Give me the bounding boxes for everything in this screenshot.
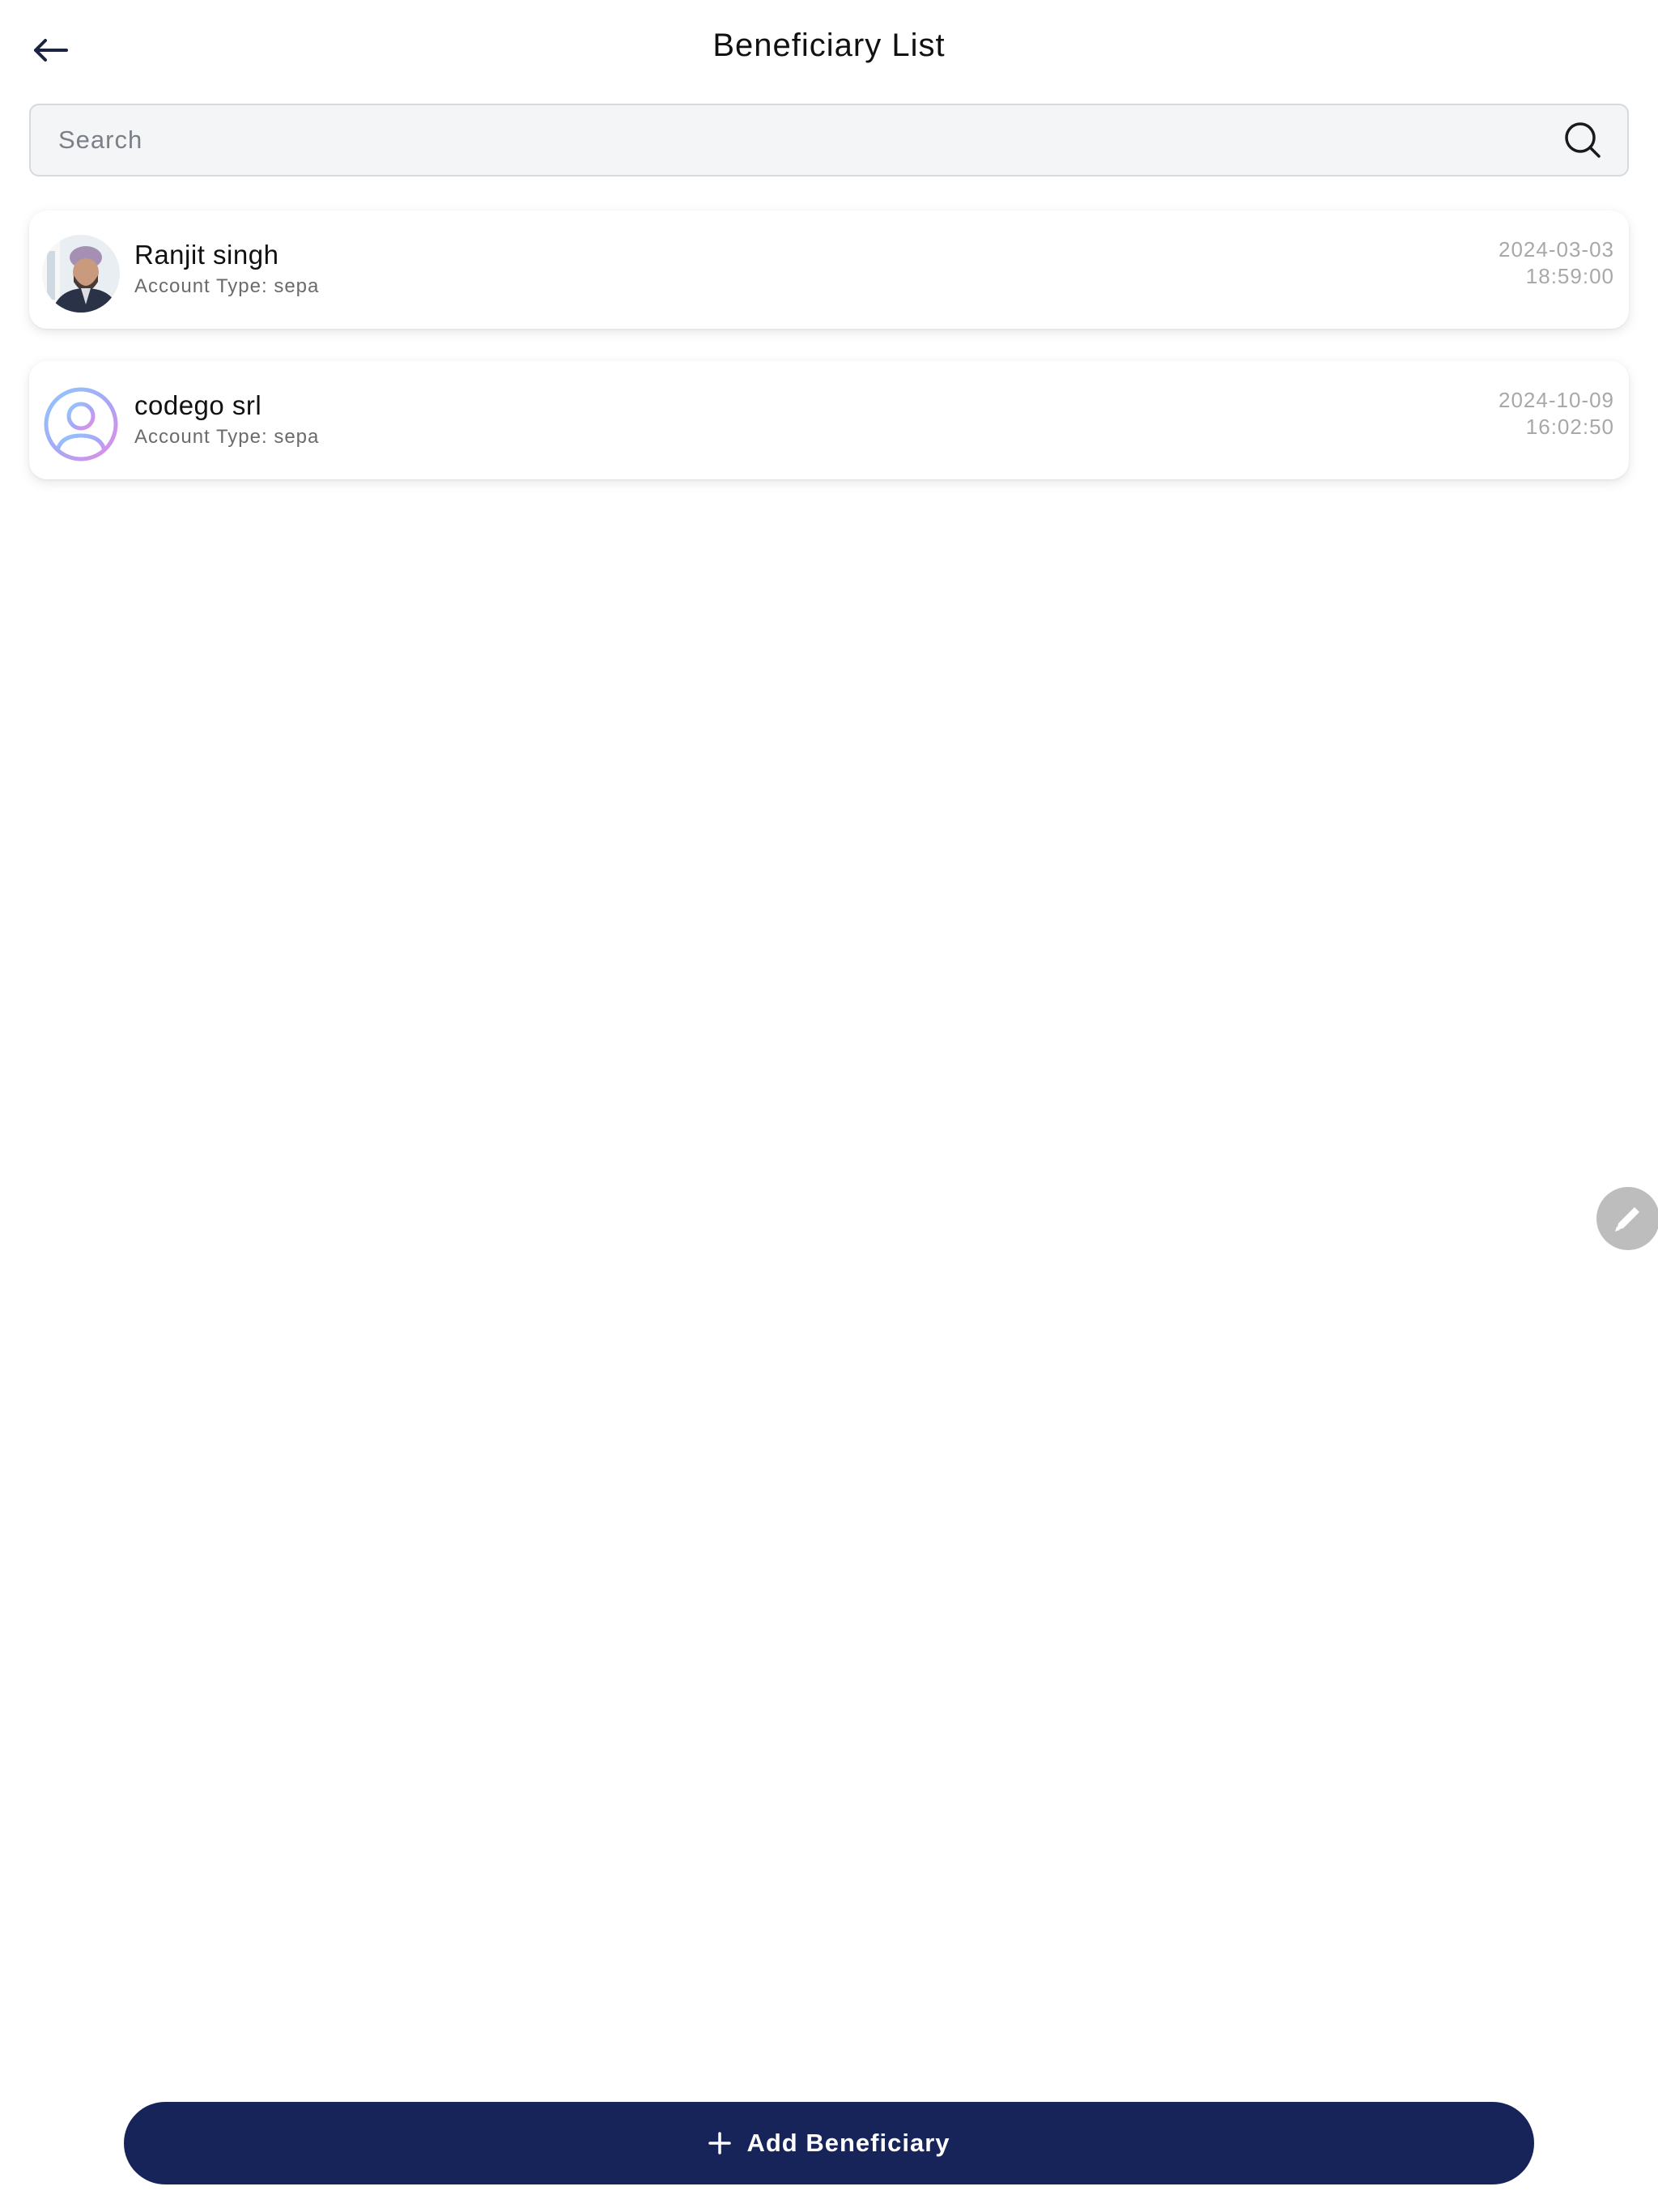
app-header: Beneficiary List xyxy=(0,0,1658,100)
beneficiary-time: 16:02:50 xyxy=(1525,415,1614,439)
search-button[interactable] xyxy=(1546,104,1619,177)
search-icon xyxy=(1565,122,1601,158)
search-input[interactable] xyxy=(31,105,1546,175)
beneficiary-date: 2024-10-09 xyxy=(1499,388,1614,412)
beneficiary-timestamp: 2024-10-09 16:02:50 xyxy=(1499,387,1614,440)
edit-fab-button[interactable] xyxy=(1596,1187,1658,1250)
beneficiary-name: Ranjit singh xyxy=(134,240,279,270)
pencil-icon xyxy=(1615,1207,1639,1231)
beneficiary-card[interactable]: Ranjit singh Account Type: sepa 2024-03-… xyxy=(29,211,1629,329)
avatar xyxy=(42,235,120,313)
plus-icon xyxy=(708,2131,732,2155)
beneficiary-date: 2024-03-03 xyxy=(1499,237,1614,262)
page-title: Beneficiary List xyxy=(712,28,946,63)
beneficiary-list: Ranjit singh Account Type: sepa 2024-03-… xyxy=(29,211,1629,512)
beneficiary-name: codego srl xyxy=(134,390,262,420)
beneficiary-timestamp: 2024-03-03 18:59:00 xyxy=(1499,236,1614,290)
default-user-icon xyxy=(44,387,118,462)
add-beneficiary-button[interactable]: Add Beneficiary xyxy=(124,2102,1534,2184)
add-beneficiary-label: Add Beneficiary xyxy=(746,2129,950,2157)
avatar xyxy=(42,385,120,463)
beneficiary-card[interactable]: codego srl Account Type: sepa 2024-10-09… xyxy=(29,361,1629,479)
account-type: Account Type: sepa xyxy=(134,275,320,297)
account-type: Account Type: sepa xyxy=(134,426,320,448)
search-bar xyxy=(29,104,1629,177)
profile-photo xyxy=(42,235,120,313)
beneficiary-time: 18:59:00 xyxy=(1525,264,1614,288)
